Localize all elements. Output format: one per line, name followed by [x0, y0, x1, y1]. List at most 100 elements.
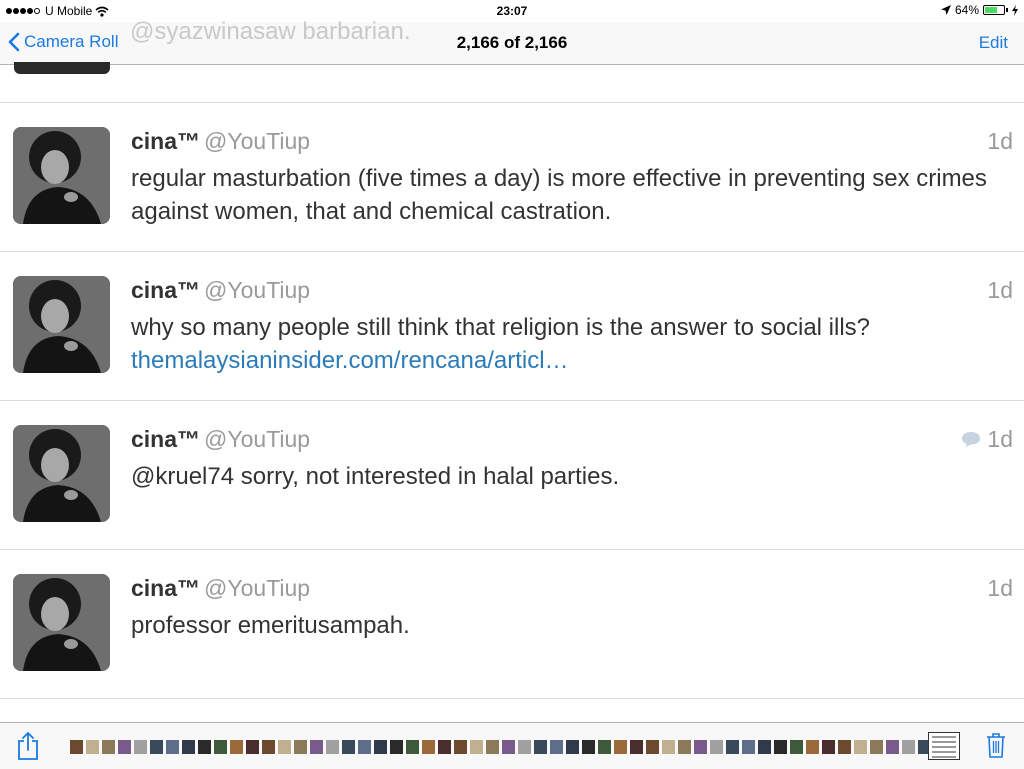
timestamp-text: 1d	[987, 426, 1013, 452]
timestamp-text: 1d	[987, 277, 1013, 303]
photo-thumbnail[interactable]	[518, 740, 531, 754]
author-name[interactable]: cina™	[131, 575, 200, 601]
tweet-text-content: why so many people still think that reli…	[131, 314, 871, 341]
photo-thumbnail[interactable]	[902, 740, 915, 754]
tweet-header: cina™ @YouTiup	[131, 128, 310, 155]
photo-thumbnail[interactable]	[118, 740, 131, 754]
photo-thumbnail[interactable]	[854, 740, 867, 754]
photo-thumbnail[interactable]	[390, 740, 403, 754]
author-handle[interactable]: @YouTiup	[204, 575, 310, 601]
avatar-photo	[13, 276, 110, 373]
photo-thumbnail[interactable]	[630, 740, 643, 754]
photo-thumbnail[interactable]	[742, 740, 755, 754]
photo-thumbnail[interactable]	[790, 740, 803, 754]
photo-thumbnail[interactable]	[534, 740, 547, 754]
tweet-timestamp: 1d	[961, 426, 1013, 453]
photo-thumbnail[interactable]	[150, 740, 163, 754]
photo-thumbnail[interactable]	[198, 740, 211, 754]
delete-button[interactable]	[986, 732, 1006, 763]
photo-thumbnail[interactable]	[214, 740, 227, 754]
location-arrow-icon	[940, 5, 951, 15]
tweet-text: professor emeritusampah.	[131, 609, 1009, 642]
conversation-icon	[962, 432, 981, 447]
photo-thumbnail[interactable]	[550, 740, 563, 754]
edit-button[interactable]: Edit	[979, 33, 1008, 53]
photo-thumbnail[interactable]	[454, 740, 467, 754]
photo-thumbnail[interactable]	[374, 740, 387, 754]
photo-thumbnail[interactable]	[694, 740, 707, 754]
page-title: 2,166 of 2,166	[456, 33, 568, 52]
tweet-item[interactable]: cina™ @YouTiup 1d professor emeritusampah…	[0, 550, 1024, 699]
photo-thumbnail[interactable]	[342, 740, 355, 754]
feed-spacer	[0, 65, 1024, 103]
photo-thumbnail[interactable]	[86, 740, 99, 754]
tweet-feed: cina™ @YouTiup 1d regular masturbation (f…	[0, 65, 1024, 699]
tweet-header: cina™ @YouTiup	[131, 277, 310, 304]
photo-thumbnail[interactable]	[102, 740, 115, 754]
photo-thumbnail[interactable]	[278, 740, 291, 754]
tweet-header: cina™ @YouTiup	[131, 575, 310, 602]
photo-thumbnail[interactable]	[806, 740, 819, 754]
photo-thumbnail[interactable]	[70, 740, 83, 754]
photo-thumbnail[interactable]	[406, 740, 419, 754]
avatar-photo	[13, 425, 110, 522]
photo-thumbnail[interactable]	[262, 740, 275, 754]
photo-thumbnail[interactable]	[614, 740, 627, 754]
photo-thumbnail[interactable]	[710, 740, 723, 754]
share-button[interactable]	[16, 731, 40, 766]
photo-thumbnail[interactable]	[822, 740, 835, 754]
tweet-text: regular masturbation (five times a day) …	[131, 162, 1009, 228]
photo-thumbnail[interactable]	[470, 740, 483, 754]
tweet-item[interactable]: cina™ @YouTiup 1d regular masturbation (f…	[0, 103, 1024, 252]
photo-thumbnail[interactable]	[838, 740, 851, 754]
current-photo-thumbnail[interactable]	[928, 732, 960, 760]
photo-thumbnail[interactable]	[422, 740, 435, 754]
photo-thumbnail[interactable]	[358, 740, 371, 754]
photo-thumbnail[interactable]	[310, 740, 323, 754]
photo-thumbnail[interactable]	[326, 740, 339, 754]
author-name[interactable]: cina™	[131, 277, 200, 303]
avatar[interactable]	[13, 574, 110, 671]
photo-thumbnail[interactable]	[294, 740, 307, 754]
photo-thumbnail[interactable]	[182, 740, 195, 754]
photo-thumbnail[interactable]	[582, 740, 595, 754]
avatar[interactable]	[13, 276, 110, 373]
avatar[interactable]	[13, 127, 110, 224]
tweet-item[interactable]: cina™ @YouTiup 1d @kruel74 sorry, not int…	[0, 401, 1024, 550]
photo-thumbnail[interactable]	[758, 740, 771, 754]
photo-thumbnail[interactable]	[726, 740, 739, 754]
tweet-text-content: regular masturbation (five times a day) …	[131, 165, 987, 225]
photo-thumbnail[interactable]	[486, 740, 499, 754]
photo-thumbnail[interactable]	[646, 740, 659, 754]
author-handle[interactable]: @YouTiup	[204, 426, 310, 452]
photo-thumbnail[interactable]	[566, 740, 579, 754]
scrolled-avatar-ghost	[14, 62, 110, 74]
battery-icon	[983, 5, 1005, 15]
photo-thumbnail[interactable]	[886, 740, 899, 754]
avatar[interactable]	[13, 425, 110, 522]
author-handle[interactable]: @YouTiup	[204, 277, 310, 303]
photo-thumbnail[interactable]	[678, 740, 691, 754]
photo-thumbnail[interactable]	[502, 740, 515, 754]
photo-thumbnail-strip[interactable]	[70, 740, 950, 754]
avatar-photo	[13, 574, 110, 671]
author-name[interactable]: cina™	[131, 426, 200, 452]
timestamp-text: 1d	[987, 575, 1013, 601]
tweet-timestamp: 1d	[987, 277, 1013, 304]
tweet-header: cina™ @YouTiup	[131, 426, 310, 453]
photo-thumbnail[interactable]	[246, 740, 259, 754]
photo-thumbnail[interactable]	[134, 740, 147, 754]
photo-thumbnail[interactable]	[774, 740, 787, 754]
photo-thumbnail[interactable]	[230, 740, 243, 754]
author-handle[interactable]: @YouTiup	[204, 128, 310, 154]
photo-thumbnail[interactable]	[438, 740, 451, 754]
photo-thumbnail[interactable]	[598, 740, 611, 754]
photo-thumbnail[interactable]	[870, 740, 883, 754]
author-name[interactable]: cina™	[131, 128, 200, 154]
tweet-item[interactable]: cina™ @YouTiup 1d why so many people stil…	[0, 252, 1024, 401]
tweet-timestamp: 1d	[987, 575, 1013, 602]
tweet-link[interactable]: themalaysianinsider.com/rencana/articl…	[131, 344, 1009, 377]
tweet-text: why so many people still think that reli…	[131, 311, 1009, 377]
photo-thumbnail[interactable]	[662, 740, 675, 754]
photo-thumbnail[interactable]	[166, 740, 179, 754]
